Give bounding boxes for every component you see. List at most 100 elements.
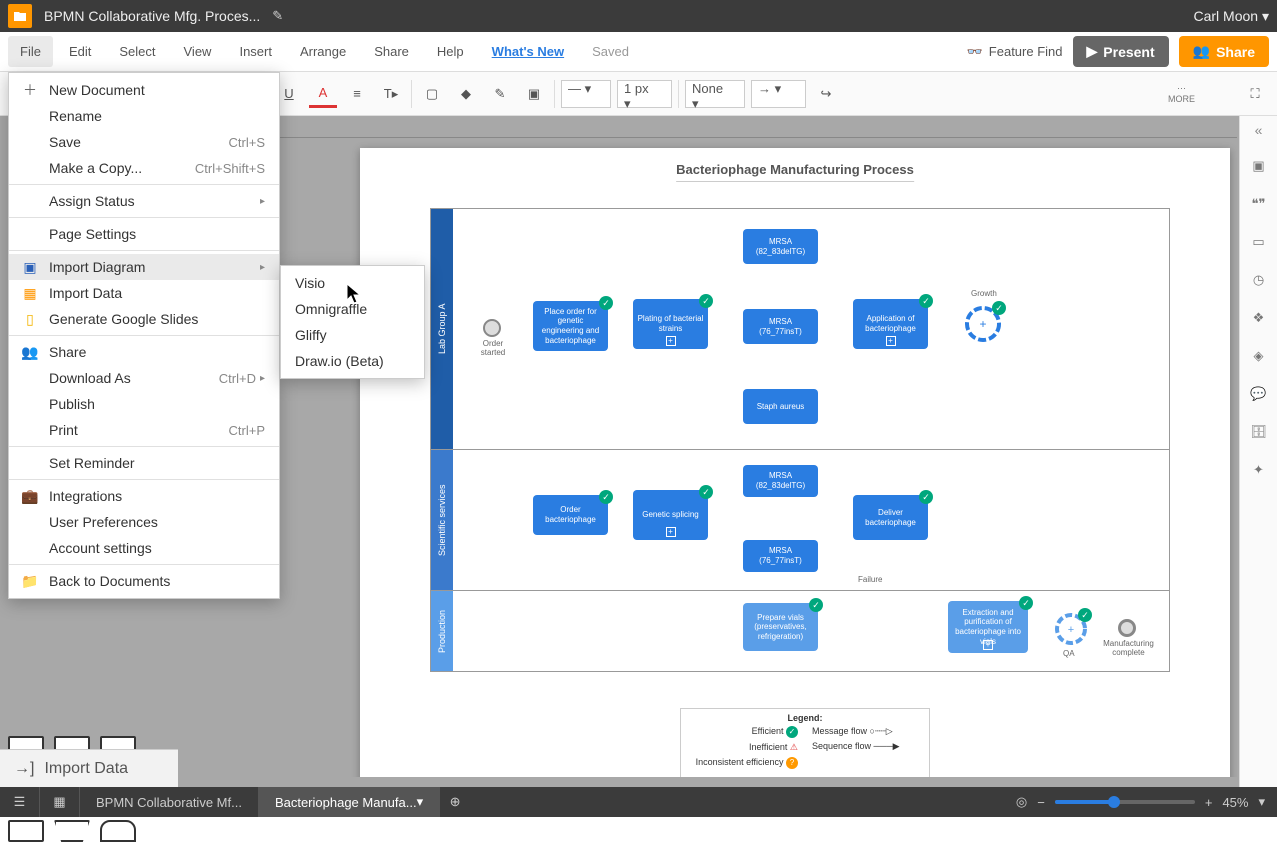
menu-new-document[interactable]: ＋New Document — [9, 77, 279, 103]
layers-panel-icon[interactable]: ❖ — [1249, 308, 1269, 328]
task-order-bac[interactable]: Order bacteriophage✓ — [533, 495, 608, 535]
menu-generate-slides[interactable]: ▯Generate Google Slides — [9, 306, 279, 332]
fullscreen-button[interactable]: ⛶ — [1241, 80, 1269, 108]
collapse-dock[interactable]: « — [1255, 122, 1263, 138]
zoom-reset-icon[interactable]: ◎ — [1016, 794, 1027, 810]
canvas[interactable]: Bacteriophage Manufacturing Process Lab … — [180, 138, 1237, 777]
fill-color-button[interactable]: ◆ — [452, 80, 480, 108]
menu-insert[interactable]: Insert — [227, 36, 284, 67]
page-panel-icon[interactable]: ▣ — [1249, 156, 1269, 176]
zoom-in-button[interactable]: + — [1205, 795, 1213, 810]
menu-download[interactable]: Download AsCtrl+D▸ — [9, 365, 279, 391]
menu-share-item[interactable]: 👥Share — [9, 339, 279, 365]
import-data-button[interactable]: →] Import Data — [0, 749, 178, 787]
submenu-visio[interactable]: Visio — [281, 270, 424, 296]
tab-bacteriophage[interactable]: Bacteriophage Manufa... ▾ — [259, 787, 440, 817]
style-panel-icon[interactable]: ◈ — [1249, 346, 1269, 366]
menu-user-prefs[interactable]: User Preferences — [9, 509, 279, 535]
menu-edit[interactable]: Edit — [57, 36, 103, 67]
menu-save[interactable]: SaveCtrl+S — [9, 129, 279, 155]
task-mrsa2[interactable]: MRSA (76_77insT) — [743, 309, 818, 344]
menu-publish[interactable]: Publish — [9, 391, 279, 417]
zoom-value[interactable]: 45% — [1222, 795, 1248, 810]
line-route-button[interactable]: ↪ — [812, 80, 840, 108]
folder-icon[interactable] — [8, 4, 32, 28]
start-event[interactable] — [483, 319, 501, 337]
arrow-end-select[interactable]: → ▾ — [751, 80, 806, 108]
menu-integrations[interactable]: 💼Integrations — [9, 483, 279, 509]
rename-icon[interactable]: ✎ — [272, 8, 283, 24]
present-button[interactable]: ▶ Present — [1073, 36, 1169, 67]
align-button[interactable]: ≡ — [343, 80, 371, 108]
add-tab-button[interactable]: ⊕ — [440, 794, 470, 810]
share-button[interactable]: 👥 Share — [1179, 36, 1269, 67]
menu-share[interactable]: Share — [362, 36, 421, 67]
tab-bpmn[interactable]: BPMN Collaborative Mf... — [80, 787, 259, 817]
menu-assign-status[interactable]: Assign Status▸ — [9, 188, 279, 214]
shape-fill-button[interactable]: ▢ — [418, 80, 446, 108]
zoom-out-button[interactable]: − — [1037, 795, 1045, 810]
task-mrsa3[interactable]: MRSA (82_83delTG) — [743, 465, 818, 497]
shape[interactable] — [8, 820, 44, 842]
data-panel-icon[interactable]: 🗄 — [1249, 422, 1269, 442]
magic-panel-icon[interactable]: ✦ — [1249, 460, 1269, 480]
submenu-drawio[interactable]: Draw.io (Beta) — [281, 348, 424, 374]
comments-panel-icon[interactable]: ❝❞ — [1249, 194, 1269, 214]
task-deliver[interactable]: Deliver bacteriophage✓ — [853, 495, 928, 540]
task-genetic[interactable]: Genetic splicing+✓ — [633, 490, 708, 540]
submenu-gliffy[interactable]: Gliffy — [281, 322, 424, 348]
menu-help[interactable]: Help — [425, 36, 476, 67]
lane-production[interactable]: Production Prepare vials (preservatives,… — [431, 591, 1169, 671]
menu-import-diagram[interactable]: ▣Import Diagram▸ — [9, 254, 279, 280]
task-prepare[interactable]: Prepare vials (preservatives, refrigerat… — [743, 603, 818, 651]
task-mrsa1[interactable]: MRSA (82_83delTG) — [743, 229, 818, 264]
chat-panel-icon[interactable]: 💬 — [1249, 384, 1269, 404]
more-options[interactable]: ⋯MORE — [1168, 83, 1195, 104]
present-panel-icon[interactable]: ▭ — [1249, 232, 1269, 252]
menu-make-copy[interactable]: Make a Copy...Ctrl+Shift+S — [9, 155, 279, 181]
menu-arrange[interactable]: Arrange — [288, 36, 358, 67]
qa-gear[interactable]: + ✓ — [1053, 611, 1089, 650]
task-mrsa4[interactable]: MRSA (76_77insT) — [743, 540, 818, 572]
lane-scientific[interactable]: Scientific services Order bacteriophage✓… — [431, 450, 1169, 591]
doc-title[interactable]: BPMN Collaborative Mfg. Proces... — [44, 8, 260, 24]
outline-view-button[interactable]: ☰ — [0, 787, 40, 817]
text-color-button[interactable]: A — [309, 80, 337, 108]
arrow-start-select[interactable]: None ▾ — [685, 80, 745, 108]
task-extraction[interactable]: Extraction and purification of bacteriop… — [948, 601, 1028, 653]
line-style-select[interactable]: — ▾ — [561, 80, 611, 108]
history-panel-icon[interactable]: ◷ — [1249, 270, 1269, 290]
task-staph[interactable]: Staph aureus — [743, 389, 818, 424]
lane-lab[interactable]: Lab Group A Order started Place order fo… — [431, 209, 1169, 450]
grid-view-button[interactable]: ▦ — [40, 787, 80, 817]
text-options-button[interactable]: T▸ — [377, 80, 405, 108]
legend-box[interactable]: Legend: Efficient ✓ Inefficient ⚠ Incons… — [680, 708, 930, 777]
diagram-title[interactable]: Bacteriophage Manufacturing Process — [676, 162, 914, 182]
shape-options-button[interactable]: ▣ — [520, 80, 548, 108]
menu-file[interactable]: File — [8, 36, 53, 67]
user-menu[interactable]: Carl Moon ▾ — [1194, 8, 1270, 25]
menu-back-to-docs[interactable]: 📁Back to Documents — [9, 568, 279, 594]
menu-set-reminder[interactable]: Set Reminder — [9, 450, 279, 476]
menu-account[interactable]: Account settings — [9, 535, 279, 561]
menu-import-data[interactable]: ▦Import Data — [9, 280, 279, 306]
feature-find[interactable]: 👓 Feature Find — [967, 44, 1063, 60]
bpmn-pool[interactable]: Lab Group A Order started Place order fo… — [430, 208, 1170, 672]
line-color-button[interactable]: ✎ — [486, 80, 514, 108]
end-event[interactable] — [1118, 619, 1136, 637]
shape[interactable] — [54, 820, 90, 842]
menu-whatsnew[interactable]: What's New — [480, 36, 576, 67]
diagram-page[interactable]: Bacteriophage Manufacturing Process Lab … — [360, 148, 1230, 777]
task-plating[interactable]: Plating of bacterial strains+✓ — [633, 299, 708, 349]
menu-rename[interactable]: Rename — [9, 103, 279, 129]
menu-view[interactable]: View — [172, 36, 224, 67]
growth-gear[interactable]: + ✓ — [963, 304, 1003, 347]
submenu-omnigraffle[interactable]: Omnigraffle — [281, 296, 424, 322]
task-place-order[interactable]: Place order for genetic engineering and … — [533, 301, 608, 351]
menu-page-settings[interactable]: Page Settings — [9, 221, 279, 247]
menu-print[interactable]: PrintCtrl+P — [9, 417, 279, 443]
task-application[interactable]: Application of bacteriophage+✓ — [853, 299, 928, 349]
line-width-select[interactable]: 1 px ▾ — [617, 80, 672, 108]
zoom-slider[interactable] — [1055, 800, 1195, 804]
shape[interactable] — [100, 820, 136, 842]
